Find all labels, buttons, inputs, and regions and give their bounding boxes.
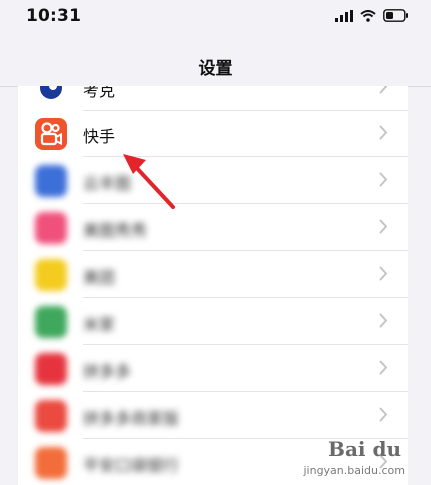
kuaishou-app-icon xyxy=(35,118,67,150)
page-title: 设置 xyxy=(198,59,233,79)
blurred-app-icon xyxy=(35,353,67,385)
chevron-right-icon xyxy=(379,407,387,422)
list-item[interactable]: 云丰图 xyxy=(18,157,408,204)
chevron-right-icon xyxy=(379,313,387,328)
list-item-label: 考克 xyxy=(83,86,116,100)
list-item-label: 云丰图 xyxy=(83,174,132,193)
nav-bar: 设置 xyxy=(0,36,431,87)
list-item-label: 美团 xyxy=(83,268,116,287)
chevron-right-icon xyxy=(379,266,387,281)
blurred-app-icon xyxy=(35,447,67,479)
list-item[interactable]: 考克 xyxy=(18,86,408,111)
list-item-label: 拼多多 xyxy=(83,362,132,381)
clock: 10:31 xyxy=(26,6,82,26)
partial-app-icon xyxy=(35,86,67,104)
chevron-right-icon xyxy=(379,125,387,140)
watermark-url: jingyan.baidu.com xyxy=(303,464,405,477)
blurred-app-icon xyxy=(35,306,67,338)
list-item-label: 拼多多商家版 xyxy=(83,409,180,428)
list-item-label: 米家 xyxy=(83,315,116,334)
list-item[interactable]: 拼多多 xyxy=(18,345,408,392)
list-item[interactable]: 快手 xyxy=(18,110,408,157)
blurred-app-icon xyxy=(35,212,67,244)
settings-app-list: 考克快手云丰图美图秀秀美团米家拼多多拼多多商家版 平安口袋银行 xyxy=(18,86,408,485)
baidu-logo-text: Bai du xyxy=(328,437,401,461)
signal-icon xyxy=(335,9,353,22)
blurred-app-icon xyxy=(35,400,67,432)
status-icons xyxy=(335,9,409,22)
blurred-app-icon xyxy=(35,165,67,197)
battery-icon xyxy=(383,9,408,22)
chevron-right-icon xyxy=(379,219,387,234)
chevron-right-icon xyxy=(379,172,387,187)
list-item[interactable]: 拼多多商家版 xyxy=(18,392,408,439)
chevron-right-icon xyxy=(379,360,387,375)
list-item[interactable]: 美图秀秀 xyxy=(18,204,408,251)
chevron-right-icon xyxy=(379,86,387,94)
wifi-icon xyxy=(360,9,376,22)
list-item[interactable]: 美团 xyxy=(18,251,408,298)
list-item-label: 快手 xyxy=(83,127,116,146)
list-item-label: 平安口袋银行 xyxy=(83,456,180,475)
blurred-app-icon xyxy=(35,259,67,291)
list-item[interactable]: 米家 xyxy=(18,298,408,345)
list-item-label: 美图秀秀 xyxy=(83,221,148,240)
status-bar: 10:31 xyxy=(0,0,431,36)
